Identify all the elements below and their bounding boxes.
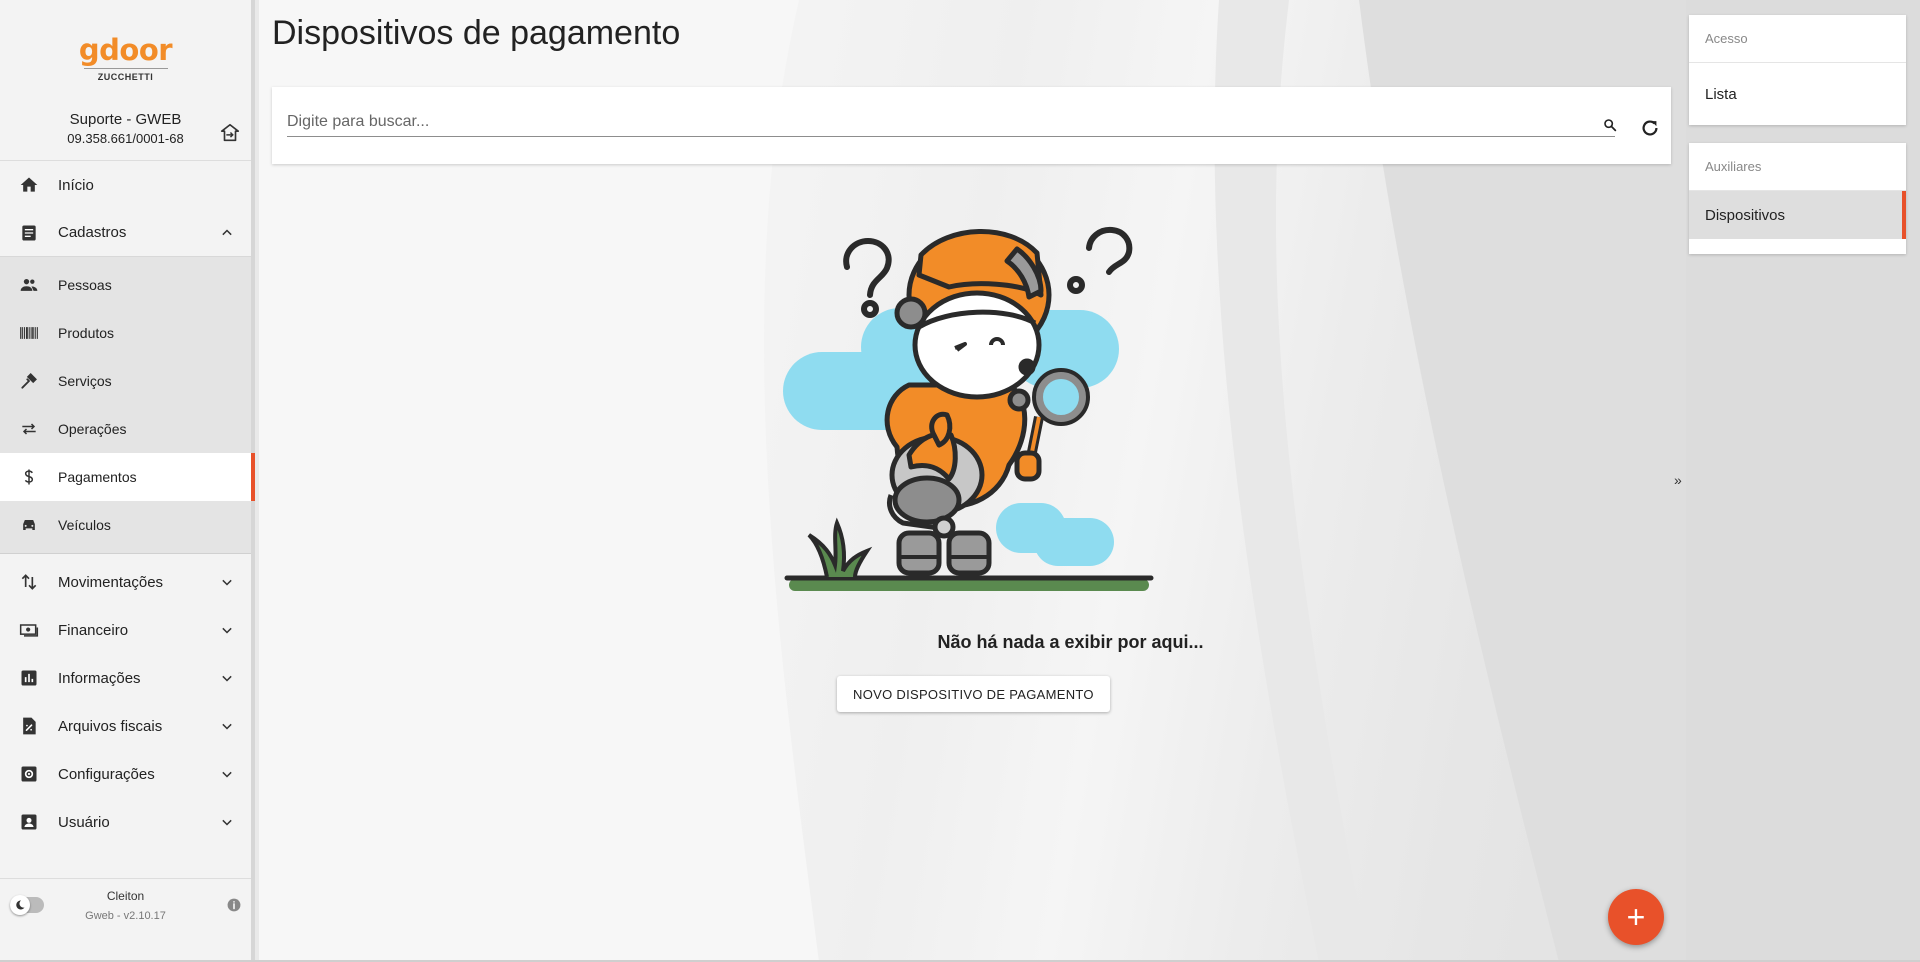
chevron-down-icon (222, 579, 232, 586)
nav-label-financeiro: Financeiro (58, 621, 129, 639)
nav-group-usuario[interactable]: Usuário (0, 798, 251, 846)
refresh-icon[interactable] (1639, 117, 1661, 139)
access-header: Acesso (1689, 15, 1906, 63)
panel-collapse-toggle[interactable]: » (1674, 472, 1682, 488)
main-nav: Início Cadastros Pessoas Produtos Serviç… (0, 160, 255, 846)
nav-item-pessoas[interactable]: Pessoas (0, 261, 251, 309)
page-title: Dispositivos de pagamento (272, 14, 681, 52)
search-input[interactable] (287, 107, 1615, 137)
nav-label-configuracoes: Configurações (58, 765, 155, 783)
nav-group-cadastros[interactable]: Cadastros (0, 209, 251, 257)
user-icon (18, 811, 40, 833)
nav-item-inicio[interactable]: Início (0, 161, 251, 209)
nav-group-configuracoes[interactable]: Configurações (0, 750, 251, 798)
company-name: Suporte - GWEB (69, 111, 182, 128)
footer-version: Gweb - v2.10.17 (85, 910, 166, 922)
wrench-icon (18, 370, 40, 392)
nav-group-movimentacoes[interactable]: Movimentações (0, 558, 251, 606)
nav-group-informacoes[interactable]: Informações (0, 654, 251, 702)
search-icon[interactable] (1602, 117, 1618, 133)
chevron-down-icon (222, 723, 232, 730)
nav-item-veiculos[interactable]: Veículos (0, 501, 251, 549)
access-card: Acesso Lista (1689, 15, 1906, 125)
sidebar-footer: Cleiton Gweb - v2.10.17 (0, 878, 251, 936)
car-icon (18, 514, 40, 536)
switch-company-icon[interactable] (219, 122, 241, 144)
nav-item-servicos[interactable]: Serviços (0, 357, 251, 405)
nav-label-operacoes: Operações (58, 421, 127, 437)
nav-label-arquivos-fiscais: Arquivos fiscais (58, 717, 163, 735)
sidebar: gdoor ZUCCHETTI Suporte - GWEB 09.358.66… (0, 0, 255, 962)
sort-icon (18, 571, 40, 593)
search-card (272, 87, 1671, 164)
empty-state-illustration (783, 226, 1154, 591)
nav-label-informacoes: Informações (58, 669, 141, 687)
dollar-icon (18, 466, 40, 488)
people-icon (18, 274, 40, 296)
right-panel: Acesso Lista Auxiliares Dispositivos (1686, 0, 1920, 962)
empty-state-message: Não há nada a exibir por aqui... (937, 632, 1204, 652)
nav-label-produtos: Produtos (58, 325, 115, 341)
chevron-down-icon (222, 819, 232, 826)
nav-label-movimentacoes: Movimentações (58, 573, 164, 591)
main-content: Dispositivos de pagamento Digite para bu… (259, 0, 1686, 962)
gdoor-logo: gdoor ZUCCHETTI (0, 0, 251, 85)
auxiliares-header: Auxiliares (1689, 143, 1906, 191)
barcode-icon (18, 322, 40, 344)
chart-icon (18, 667, 40, 689)
info-icon[interactable] (227, 898, 241, 912)
nav-item-pagamentos[interactable]: Pagamentos (0, 453, 255, 501)
auxiliares-card: Auxiliares Dispositivos (1689, 143, 1906, 254)
nav-group-financeiro[interactable]: Financeiro (0, 606, 251, 654)
brand-area: gdoor ZUCCHETTI Suporte - GWEB 09.358.66… (0, 0, 251, 160)
new-payment-device-button[interactable]: NOVO DISPOSITIVO DE PAGAMENTO (837, 676, 1110, 712)
logo-wordmark: gdoor (78, 33, 173, 67)
nav-label-cadastros: Cadastros (58, 224, 127, 241)
list-icon (18, 222, 40, 244)
swap-icon (18, 418, 40, 440)
chevron-down-icon (222, 771, 232, 778)
nav-label-servicos: Serviços (58, 373, 112, 389)
access-item-lista[interactable]: Lista (1689, 63, 1906, 125)
footer-username: Cleiton (106, 889, 145, 903)
nav-group-arquivos-fiscais[interactable]: Arquivos fiscais (0, 702, 251, 750)
fiscal-icon (18, 715, 40, 737)
nav-label-inicio: Início (58, 176, 94, 194)
aux-item-dispositivos[interactable]: Dispositivos (1689, 191, 1906, 239)
home-icon (18, 174, 40, 196)
chevron-up-icon (222, 229, 232, 236)
nav-label-pagamentos: Pagamentos (58, 469, 137, 485)
logo-subtitle: ZUCCHETTI (83, 68, 168, 82)
nav-item-operacoes[interactable]: Operações (0, 405, 251, 453)
add-fab-button[interactable]: + (1608, 889, 1664, 945)
settings-icon (18, 763, 40, 785)
nav-label-usuario: Usuário (58, 813, 110, 831)
company-cnpj: 09.358.661/0001-68 (67, 131, 184, 146)
chevron-down-icon (222, 675, 232, 682)
cash-icon (18, 619, 40, 641)
nav-label-pessoas: Pessoas (58, 277, 112, 293)
cadastros-submenu: Pessoas Produtos Serviços Operações Paga… (0, 257, 255, 554)
chevron-down-icon (222, 627, 232, 634)
nav-item-produtos[interactable]: Produtos (0, 309, 251, 357)
nav-label-veiculos: Veículos (58, 517, 111, 533)
